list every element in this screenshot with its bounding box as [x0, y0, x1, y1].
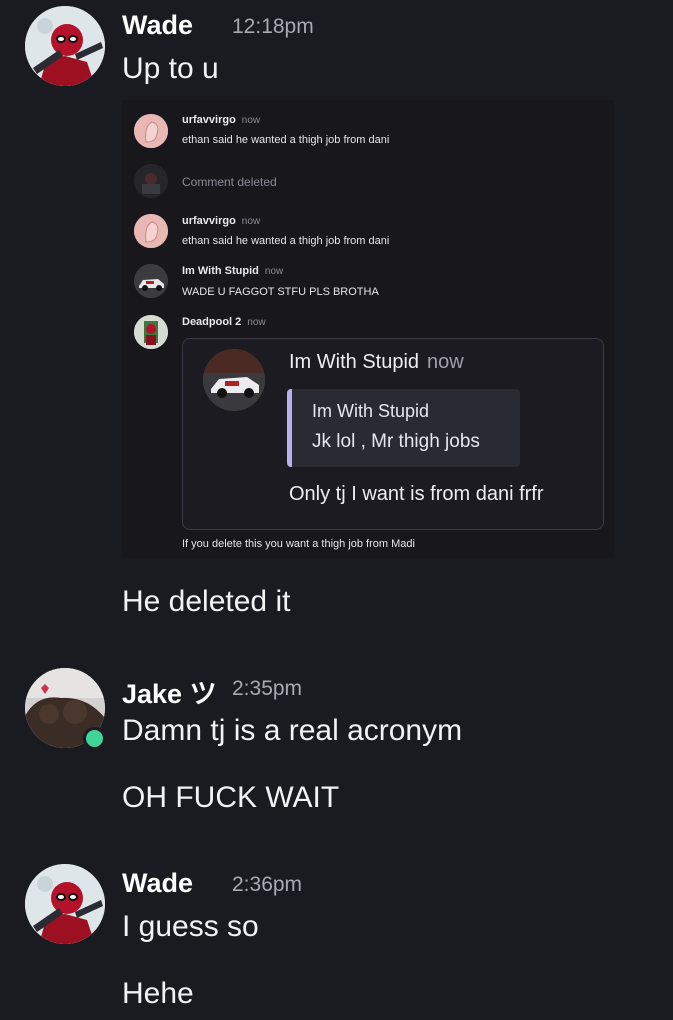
deadpool-avatar-icon [134, 315, 168, 349]
card-avatar [203, 349, 265, 411]
message-text: I guess so [122, 910, 259, 943]
commenter-name: urfavvirgo now [182, 114, 260, 126]
commenter-avatar [134, 164, 168, 198]
comment-text: WADE U FAGGOT STFU PLS BROTHA [182, 286, 379, 298]
comment-text: ethan said he wanted a thigh job from da… [182, 134, 390, 146]
deadpool-avatar-image [25, 864, 105, 944]
commenter-avatar [134, 264, 168, 298]
comment-time: now [247, 317, 266, 328]
comment-time: now [264, 266, 284, 277]
screenshot-caption: If you delete this you want a thigh job … [182, 538, 415, 550]
message-text: OH FUCK WAIT [122, 781, 340, 814]
comment-time: now [241, 115, 261, 126]
message-text: Up to u [122, 52, 219, 85]
commenter-name-text: urfavvirgo [182, 215, 236, 227]
deleted-comment-label: Comment deleted [182, 175, 277, 189]
message-text: Hehe [122, 977, 194, 1010]
embedded-message-card: Im With Stupid now Im With Stupid Jk lol … [182, 338, 604, 530]
wade-avatar[interactable] [25, 6, 105, 86]
author-name[interactable]: Wade [122, 868, 193, 899]
message-timestamp: 12:18pm [232, 15, 314, 38]
quoted-text: Jk lol , Mr thigh jobs [312, 431, 480, 452]
card-time: now [427, 351, 464, 373]
commenter-name: urfavvirgo now [182, 215, 260, 227]
message-timestamp: 2:36pm [232, 873, 303, 896]
car-avatar-icon [134, 264, 168, 298]
wade-avatar[interactable] [25, 864, 105, 944]
comment-text: ethan said he wanted a thigh job from da… [182, 235, 390, 247]
cartoon-avatar-icon [134, 114, 168, 148]
commenter-avatar [134, 114, 168, 148]
online-status-indicator [83, 727, 106, 750]
commenter-name-text: urfavvirgo [182, 114, 236, 126]
photo-avatar-icon [134, 164, 168, 198]
quoted-reply: Im With Stupid Jk lol , Mr thigh jobs [287, 389, 520, 467]
deadpool-avatar-image [25, 6, 105, 86]
car-avatar-icon [203, 349, 265, 411]
message-timestamp: 2:35pm [232, 677, 303, 700]
commenter-name-text: Deadpool 2 [182, 316, 242, 328]
commenter-name-text: Im With Stupid [182, 265, 259, 277]
comment-time: now [241, 216, 261, 227]
commenter-name: Im With Stupid now [182, 265, 283, 277]
message-text: He deleted it [122, 585, 291, 618]
commenter-name: Deadpool 2 now [182, 316, 266, 328]
message-text: Damn tj is a real acronym [122, 714, 463, 747]
card-author-name: Im With Stupid [289, 351, 420, 373]
cartoon-avatar-icon [134, 214, 168, 248]
attached-screenshot[interactable]: urfavvirgo now ethan said he wanted a thi… [122, 100, 614, 558]
card-author: Im With Stupid now [289, 351, 464, 374]
commenter-avatar [134, 315, 168, 349]
author-name[interactable]: Wade [122, 10, 193, 41]
author-name[interactable]: Jake ツ [122, 672, 217, 711]
commenter-avatar [134, 214, 168, 248]
card-message-text: Only tj I want is from dani frfr [289, 483, 544, 505]
quoted-author: Im With Stupid [312, 401, 430, 421]
